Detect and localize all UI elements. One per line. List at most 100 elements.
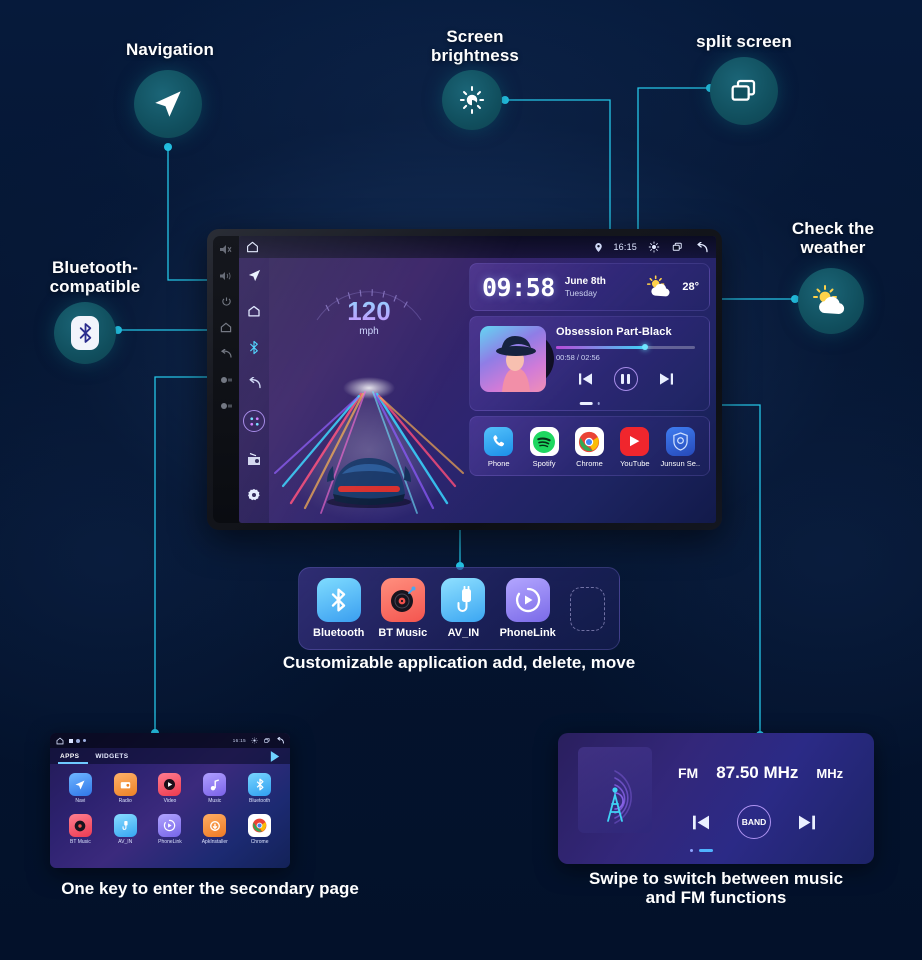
secondary-app-grid: Navi Radio Video Music Bluetooth BT Musi… [50, 764, 290, 845]
home-icon[interactable] [246, 241, 259, 253]
bluetooth-icon [79, 323, 91, 343]
status-bar-right: 16:15 [595, 241, 708, 253]
list-item[interactable]: ApkInstaller [192, 814, 237, 845]
speedometer-panel: 120 mph [269, 258, 469, 523]
home-icon [56, 737, 64, 744]
list-item[interactable]: Bluetooth [237, 773, 282, 804]
dock-app-chrome[interactable]: Chrome [567, 427, 611, 468]
weather-temperature: 28° [682, 281, 699, 293]
hw-seek-down-button[interactable] [220, 374, 233, 385]
back-arrow-icon[interactable] [695, 241, 708, 253]
av-cable-icon-tile [441, 578, 486, 622]
navigation-arrow-icon [155, 91, 181, 117]
music-info: Obsession Part-Black 00:58 / 02:56 [556, 326, 699, 410]
fm-controls: BAND [693, 805, 815, 839]
sidebar-item-radio[interactable] [245, 450, 263, 468]
dock-app-junsun[interactable]: Junsun Se.. [658, 427, 702, 468]
clock-weekday: Tuesday [564, 288, 598, 299]
list-item[interactable]: AV_IN [103, 814, 148, 845]
playback-time: 00:58 / 02:56 [556, 352, 600, 362]
chrome-icon [248, 814, 272, 837]
skip-previous-icon[interactable] [693, 815, 709, 830]
hw-volume-button[interactable] [219, 270, 233, 281]
bluetooth-badge[interactable] [54, 302, 116, 364]
brightness-icon[interactable] [648, 241, 660, 253]
tray-app-avin[interactable]: AV_IN [441, 578, 486, 639]
tab-widgets[interactable]: WIDGETS [95, 753, 128, 760]
band-button[interactable]: BAND [737, 805, 771, 839]
pause-button[interactable] [613, 366, 638, 391]
play-store-icon[interactable] [270, 750, 280, 762]
sidebar-item-bluetooth[interactable] [245, 338, 263, 356]
back-arrow-icon[interactable] [276, 737, 284, 744]
sidebar-item-back[interactable] [245, 374, 263, 392]
hardware-button-strip [213, 236, 239, 523]
progress-bar[interactable] [556, 344, 695, 351]
hw-home-button[interactable] [220, 322, 233, 333]
split-screen-badge[interactable] [710, 57, 778, 125]
dock-app-phone[interactable]: Phone [477, 427, 521, 468]
tray-app-phonelink[interactable]: PhoneLink [500, 578, 556, 639]
list-item[interactable]: Music [192, 773, 237, 804]
sidebar-item-navigation[interactable] [245, 266, 263, 284]
skip-next-icon[interactable] [659, 372, 673, 385]
secondary-page-preview[interactable]: 16:15 APPS WIDGETS Navi Radio Video Musi… [50, 733, 290, 868]
split-screen-icon[interactable] [671, 241, 684, 253]
hw-power-button[interactable] [220, 296, 233, 307]
pause-icon [621, 373, 630, 384]
car-head-unit: 16:15 120 mph 09:58 June 8th Tuesday 28°… [207, 229, 722, 530]
list-item[interactable]: Navi [58, 773, 103, 804]
progress-fill [556, 346, 645, 349]
page-indicator[interactable] [579, 402, 600, 405]
tray-empty-slot[interactable] [569, 586, 605, 631]
progress-knob[interactable] [641, 344, 648, 351]
hw-seek-up-button[interactable] [220, 400, 233, 411]
status-bar: 16:15 [239, 236, 716, 258]
fm-band-label: FM [678, 765, 699, 781]
brightness-icon [459, 86, 485, 114]
fm-page-indicator[interactable] [690, 849, 713, 852]
music-widget[interactable]: Obsession Part-Black 00:58 / 02:56 [469, 316, 710, 411]
tray-app-btmusic[interactable]: BT Music [378, 578, 427, 639]
junsun-icon [665, 427, 695, 456]
sidebar-item-apps[interactable] [243, 410, 265, 432]
sidebar-item-settings[interactable] [245, 486, 263, 504]
sun-cloud-icon [647, 275, 670, 297]
brightness-badge[interactable] [442, 70, 502, 130]
weather-block: 28° [645, 274, 699, 300]
list-item[interactable]: PhoneLink [148, 814, 193, 845]
tray-label: BT Music [378, 627, 428, 639]
navigation-badge[interactable] [134, 70, 202, 138]
list-item[interactable]: Video [148, 773, 193, 804]
speedometer-scene: 120 mph [269, 258, 469, 523]
phone-icon [484, 427, 514, 456]
weather-badge[interactable] [798, 268, 864, 334]
annotation-label-weather: Check the weather [791, 219, 875, 258]
list-item-label: BT Music [70, 839, 91, 845]
bluetooth-icon [250, 340, 258, 354]
tab-underline [58, 762, 88, 764]
brightness-icon[interactable] [251, 737, 258, 744]
sidebar-item-home[interactable] [245, 302, 263, 320]
clock-weather-widget[interactable]: 09:58 June 8th Tuesday 28° [469, 263, 710, 311]
dock-app-youtube[interactable]: YouTube [613, 427, 657, 468]
clock-date: June 8th [564, 275, 606, 287]
list-item[interactable]: Chrome [237, 814, 282, 845]
skip-next-icon[interactable] [799, 815, 815, 830]
spotify-icon [529, 427, 559, 456]
location-pin-icon [595, 242, 603, 252]
hw-mute-button[interactable] [220, 244, 233, 255]
list-item-label: Chrome [250, 839, 269, 845]
dock-app-spotify[interactable]: Spotify [522, 427, 566, 468]
tray-app-bluetooth[interactable]: Bluetooth [313, 578, 364, 639]
tray-label: AV_IN [447, 627, 480, 639]
list-item[interactable]: BT Music [58, 814, 103, 845]
skip-previous-icon[interactable] [578, 372, 592, 385]
secondary-status-time: 16:15 [232, 738, 246, 743]
hw-back-button[interactable] [220, 348, 233, 359]
split-screen-icon[interactable] [263, 737, 271, 744]
home-pentagon-icon [248, 305, 260, 317]
fm-radio-preview[interactable]: FM 87.50 MHz MHz BAND [558, 733, 874, 864]
list-item[interactable]: Radio [103, 773, 148, 804]
tab-apps[interactable]: APPS [60, 753, 79, 760]
